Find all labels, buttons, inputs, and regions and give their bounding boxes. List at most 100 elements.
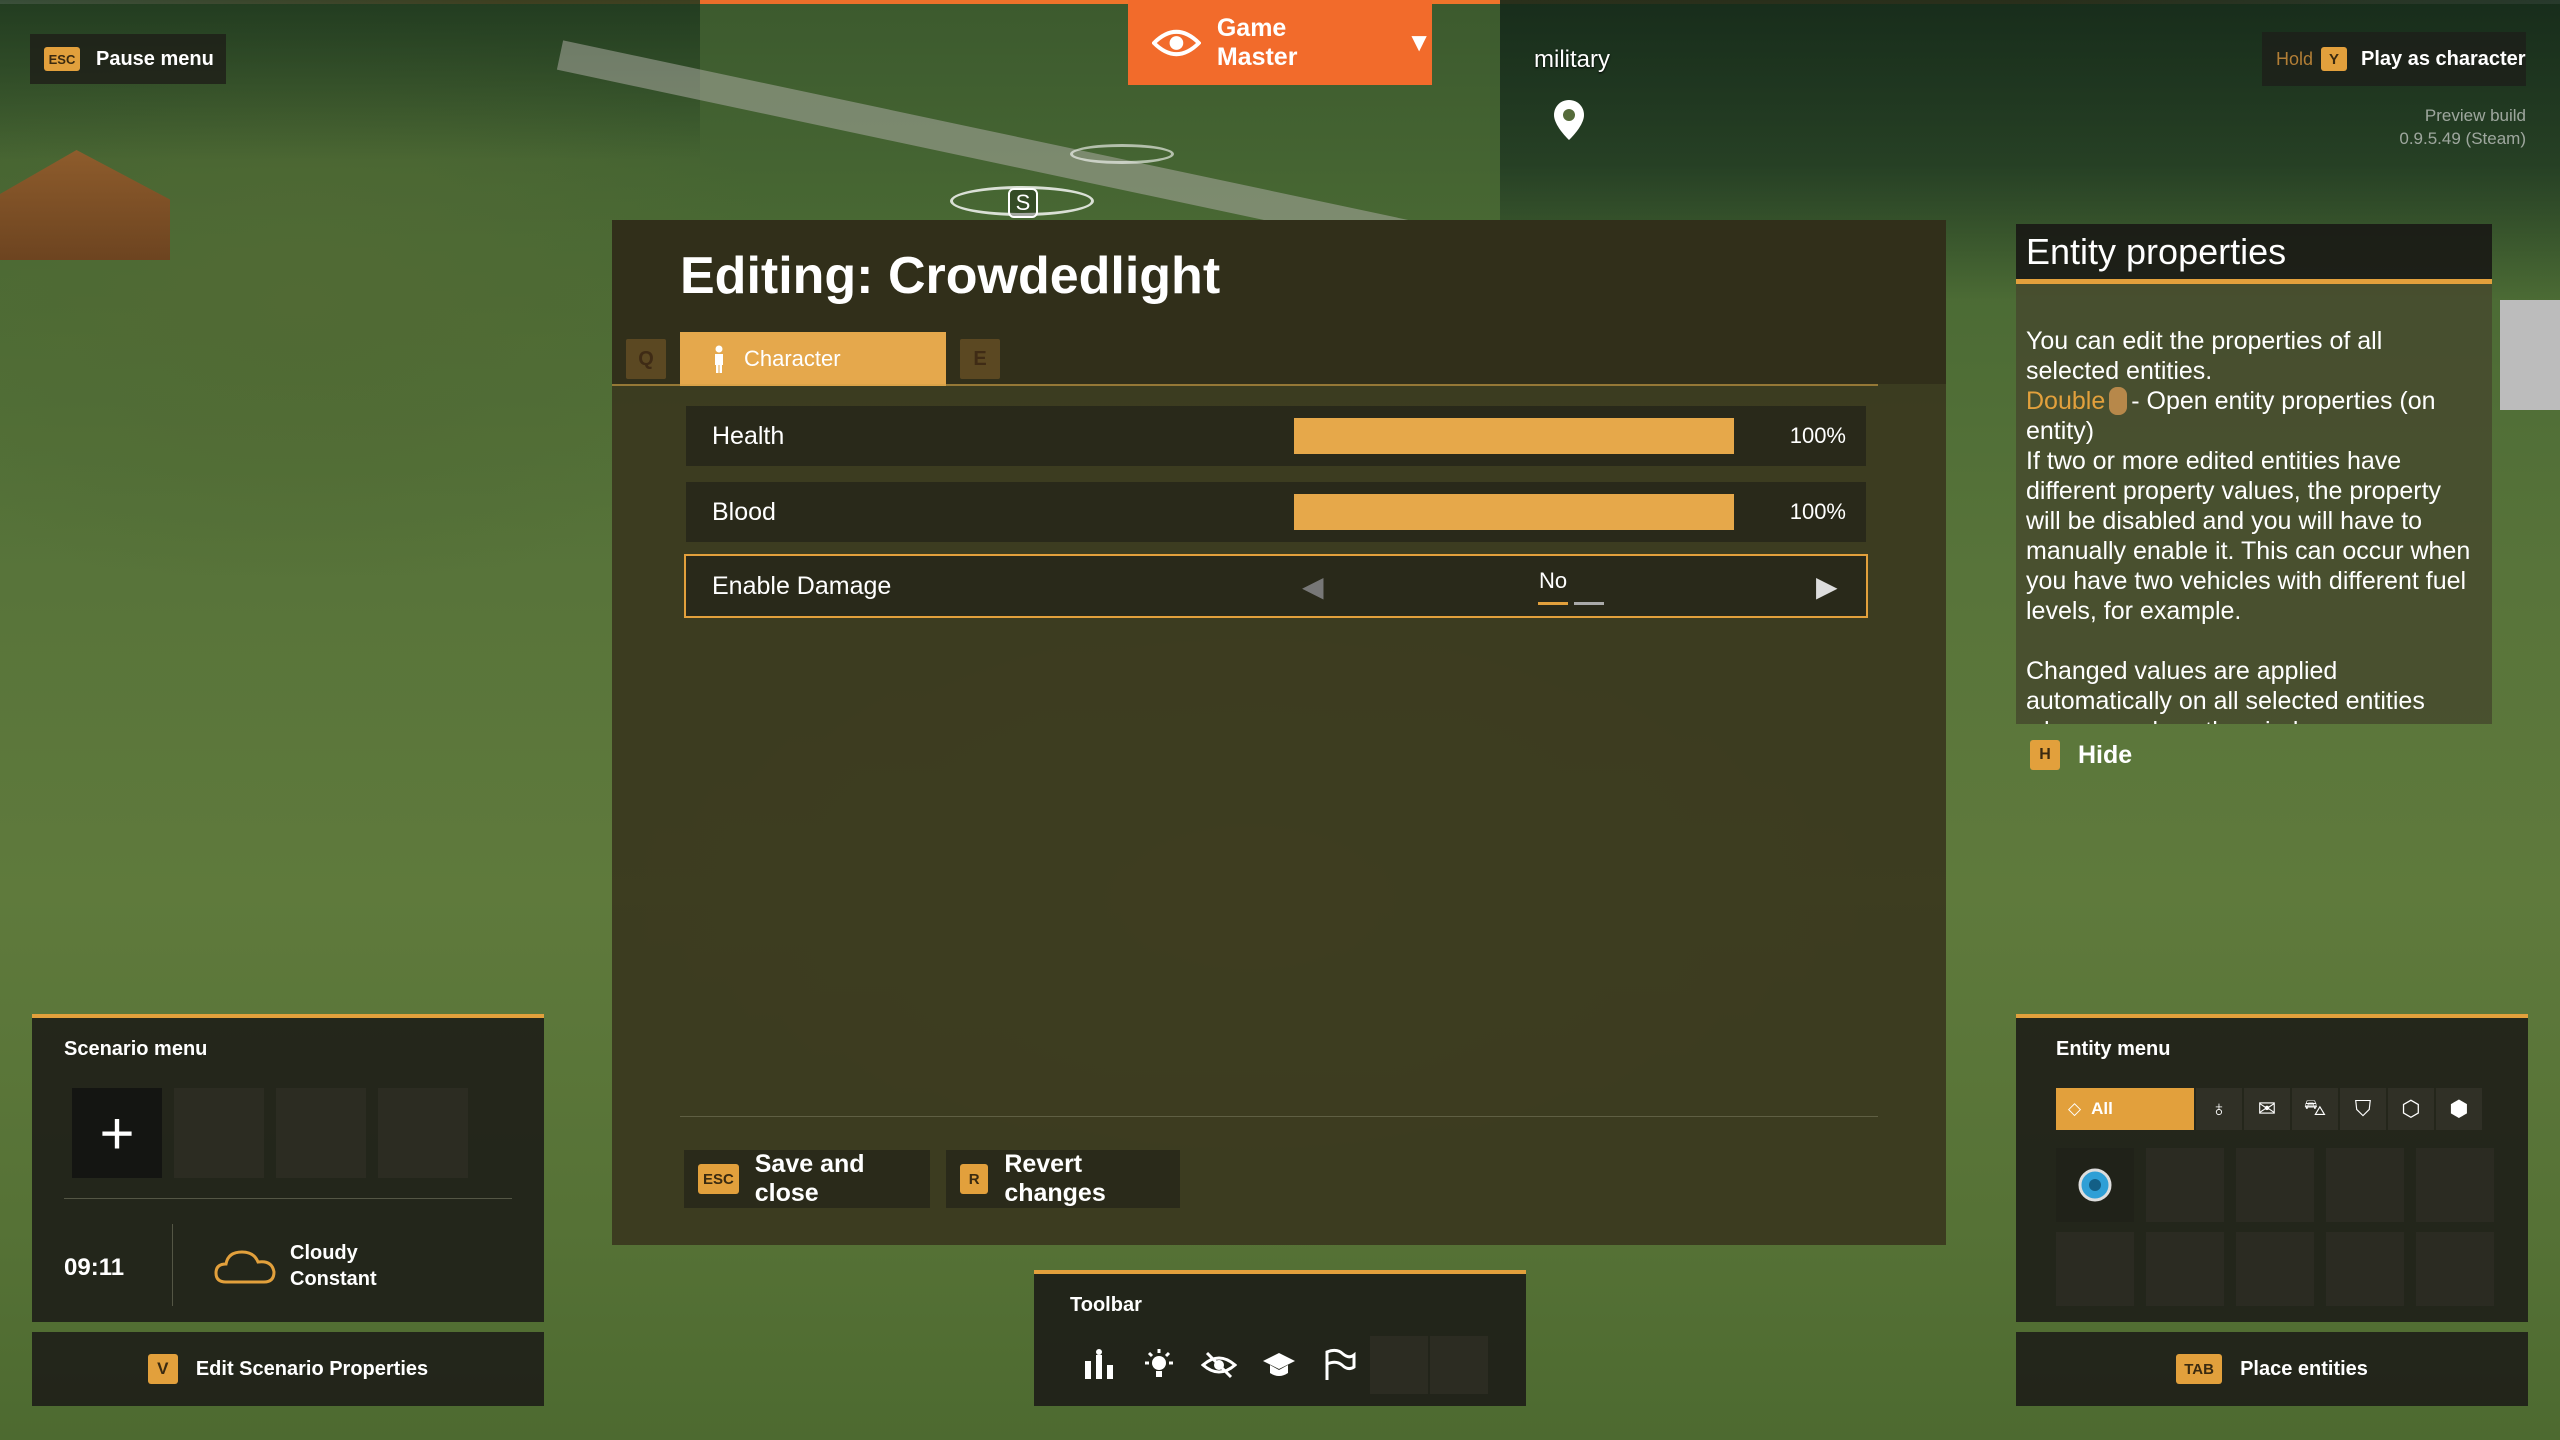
blood-slider[interactable] [1294,494,1734,530]
waypoint-s-marker[interactable]: S [1008,188,1038,218]
character-filter-icon[interactable]: ♁ [2196,1088,2242,1130]
map-pin-icon[interactable] [1552,98,1586,142]
revert-changes-label: Revert changes [1004,1150,1106,1207]
hint-double-click: Double - Open entity properties (on entit… [2026,386,2482,446]
entity-properties-hint-panel: Entity properties You can edit the prope… [2016,224,2492,724]
v-key-hint: V [147,1354,178,1384]
pause-menu-button[interactable]: ESC Pause menu [30,34,226,84]
place-entities-label: Place entities [2240,1357,2368,1380]
scenario-weather: Cloudy Constant [290,1240,377,1292]
build-info: Preview build 0.9.5.49 (Steam) [2399,104,2526,150]
entity-cell[interactable] [2146,1232,2224,1306]
tab-key-hint: TAB [2176,1354,2223,1384]
scenario-vertical-divider [172,1224,173,1306]
property-value: 100% [1789,499,1846,524]
save-and-close-button[interactable]: ESC Save and close [684,1150,930,1208]
play-as-character-button[interactable]: Hold Y Play as character [2262,32,2526,86]
mouse-icon [2109,387,2128,415]
y-key-hint: Y [2321,47,2348,71]
map-tool-icon[interactable] [1070,1336,1128,1394]
vehicle-filter-icon[interactable]: ⛍ [2292,1088,2338,1130]
arrow-right-icon[interactable]: ▶ [1816,570,1838,603]
entity-cell[interactable] [2056,1232,2134,1306]
add-icon[interactable]: + [72,1088,162,1178]
property-row-blood[interactable]: Blood 100% [686,482,1866,542]
entity-cell[interactable] [2236,1232,2314,1306]
property-value: 100% [1789,423,1846,448]
arrow-left-icon[interactable]: ◀ [1302,570,1324,603]
entity-badge-icon [2078,1168,2112,1202]
dialog-header: Editing: Crowdedlight Q Character E [612,220,1946,386]
build-line-1: Preview build [2424,106,2526,125]
toolbar-slot[interactable] [1370,1336,1428,1394]
scenario-slots: + [72,1088,468,1178]
edit-entity-dialog: Editing: Crowdedlight Q Character E Heal… [612,220,1946,1245]
filter-all-button[interactable]: ◇ All [2056,1088,2194,1130]
build-line-2: 0.9.5.49 (Steam) [2399,129,2526,148]
property-label: Enable Damage [712,571,892,600]
property-label: Blood [712,497,776,526]
edit-scenario-properties-button[interactable]: V Edit Scenario Properties [32,1332,544,1406]
hint-paragraph: Changed values are applied automatically… [2026,657,2425,724]
place-entities-button[interactable]: TAB Place entities [2016,1332,2528,1406]
entity-properties-body: You can edit the properties of all selec… [2016,284,2492,724]
entity-cell[interactable] [2146,1148,2224,1222]
visibility-tool-icon[interactable] [1190,1336,1248,1394]
game-master-mode-button[interactable]: Game Master ▼ [1128,0,1432,85]
entity-properties-title: Entity properties [2016,224,2492,284]
save-and-close-label: Save and close [754,1150,865,1207]
entity-cell[interactable] [2416,1232,2494,1306]
entity-cell[interactable] [2056,1148,2134,1222]
tab-character[interactable]: Character [680,332,946,386]
health-slider[interactable] [1294,418,1734,454]
entity-cell[interactable] [2236,1148,2314,1222]
tab-bar: Q Character E [626,332,1000,386]
group-filter-icon[interactable]: ✉ [2244,1088,2290,1130]
filter-all-label: All [2091,1099,2113,1118]
hint-paragraph: If two or more edited entities have diff… [2026,447,2471,625]
next-tab-key[interactable]: E [960,339,1000,379]
eye-icon [1152,29,1201,56]
dialog-title: Editing: Crowdedlight [680,247,1221,305]
training-tool-icon[interactable] [1250,1336,1308,1394]
system-filter-icon[interactable]: ⬢ [2436,1088,2482,1130]
pause-menu-label: Pause menu [96,47,214,70]
entity-filter-bar: ◇ All ♁ ✉ ⛍ ⛉ ⬡ ⬢ [2056,1088,2482,1130]
hint-paragraph: You can edit the properties of all selec… [2026,327,2383,385]
play-as-character-label: Play as character [2361,47,2526,70]
entity-cell[interactable] [2416,1148,2494,1222]
esc-key-hint: ESC [698,1164,739,1194]
objective-flag-icon[interactable] [1310,1336,1368,1394]
map-marker-label[interactable]: military [1534,46,1610,74]
selector-dot-active [1538,602,1568,605]
prop-filter-icon[interactable]: ⬡ [2388,1088,2434,1130]
entity-menu-panel: Entity menu ◇ All ♁ ✉ ⛍ ⛉ ⬡ ⬢ [2016,1014,2528,1322]
house-left [0,150,170,260]
scenario-slot[interactable] [378,1088,468,1178]
weather-mode: Constant [290,1268,377,1290]
toolbar-tools [1070,1336,1488,1394]
h-key-hint: H [2030,740,2060,770]
selector-indicator [1538,602,1604,605]
waypoint-ring-secondary[interactable] [1070,144,1174,164]
scenario-slot[interactable] [276,1088,366,1178]
hide-hint-button[interactable]: H Hide [2030,740,2132,770]
entity-cell[interactable] [2326,1232,2404,1306]
waypoint-filter-icon[interactable]: ⛉ [2340,1088,2386,1130]
lighting-tool-icon[interactable] [1130,1336,1188,1394]
entity-cell[interactable] [2326,1148,2404,1222]
scenario-menu-title: Scenario menu [64,1038,208,1060]
property-row-enable-damage[interactable]: Enable Damage ◀ No ▶ [684,554,1868,618]
person-icon [715,345,723,373]
scenario-time: 09:11 [64,1254,125,1281]
revert-changes-button[interactable]: R Revert changes [946,1150,1180,1208]
double-click-label: Double [2026,387,2106,415]
scenario-menu-panel: Scenario menu + 09:11 Cloudy Constant [32,1014,544,1322]
toolbar-slot[interactable] [1430,1336,1488,1394]
selector-value: No [1539,568,1568,593]
r-key-hint: R [960,1164,989,1194]
prev-tab-key[interactable]: Q [626,339,666,379]
scenario-slot[interactable] [174,1088,264,1178]
diamond-icon: ◇ [2068,1099,2082,1118]
property-row-health[interactable]: Health 100% [686,406,1866,466]
